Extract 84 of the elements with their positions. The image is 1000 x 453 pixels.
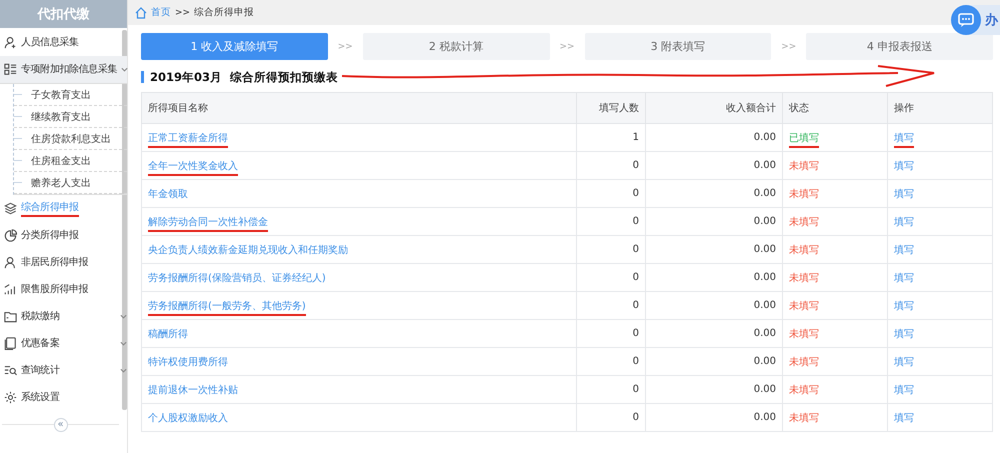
- table-cell: 0: [576, 236, 646, 264]
- breadcrumb-separator: >>: [175, 8, 190, 18]
- status-text: 未填写: [789, 412, 820, 424]
- fill-in-link[interactable]: 填写: [894, 300, 914, 312]
- status-text: 未填写: [789, 328, 820, 340]
- sidebar-item[interactable]: 专项附加扣除信息采集: [0, 56, 127, 84]
- status-text: 未填写: [789, 300, 820, 312]
- fill-in-link[interactable]: 填写: [894, 188, 914, 200]
- sidebar-item[interactable]: 系统设置: [0, 384, 127, 411]
- status-text: 未填写: [789, 244, 820, 256]
- table-cell: 0: [576, 264, 646, 292]
- sidebar-item[interactable]: 非居民所得申报: [0, 249, 127, 276]
- income-item-link[interactable]: 特许权使用费所得: [148, 356, 228, 368]
- breadcrumb-link[interactable]: 首页: [151, 6, 171, 19]
- column-header: 状态: [782, 92, 888, 124]
- section-title: 2019年03月 综合所得预扣预缴表: [150, 70, 338, 84]
- fill-in-link[interactable]: 填写: [894, 160, 914, 172]
- status-text: 未填写: [789, 216, 820, 228]
- column-header: 收入额合计: [646, 92, 783, 124]
- income-item-link[interactable]: 正常工资薪金所得: [148, 132, 228, 148]
- table-cell: 0.00: [646, 376, 783, 404]
- income-item-link[interactable]: 劳务报酬所得(保险营销员、证券经纪人): [148, 272, 326, 284]
- sidebar-item[interactable]: 综合所得申报: [0, 195, 127, 222]
- fill-in-link[interactable]: 填写: [894, 216, 914, 228]
- sidebar-header: 代扣代缴: [0, 0, 127, 28]
- table-cell: 0.00: [646, 180, 783, 208]
- income-item-link[interactable]: 稿酬所得: [148, 328, 188, 340]
- sidebar-item[interactable]: 查询统计: [0, 357, 127, 384]
- fill-in-link[interactable]: 填写: [894, 244, 914, 256]
- table-cell: 0: [576, 404, 646, 432]
- sidebar-item[interactable]: 税款缴纳: [0, 303, 127, 330]
- step-separator: >>: [336, 42, 354, 52]
- fill-in-link[interactable]: 填写: [894, 412, 914, 424]
- table-cell: 1: [576, 124, 646, 152]
- table-cell: 0: [576, 180, 646, 208]
- sidebar-item[interactable]: 限售股所得申报: [0, 276, 127, 303]
- fill-in-link[interactable]: 填写: [894, 384, 914, 396]
- status-text: 未填写: [789, 384, 820, 396]
- chat-button[interactable]: 办: [951, 5, 1000, 35]
- fill-in-link[interactable]: 填写: [894, 132, 914, 148]
- table-cell: 0: [576, 208, 646, 236]
- step-tab[interactable]: 1 收入及减除填写: [141, 33, 328, 60]
- step-separator: >>: [558, 42, 576, 52]
- sidebar-item[interactable]: 优惠备案: [0, 330, 127, 357]
- income-item-link[interactable]: 央企负责人绩效薪金延期兑现收入和任期奖励: [148, 244, 348, 256]
- status-text: 未填写: [789, 272, 820, 284]
- income-item-link[interactable]: 提前退休一次性补贴: [148, 384, 238, 396]
- step-tab[interactable]: 2 税款计算: [362, 33, 550, 60]
- income-item-link[interactable]: 劳务报酬所得(一般劳务、其他劳务): [148, 300, 306, 316]
- table-cell: 0.00: [646, 404, 783, 432]
- table-cell: 0.00: [646, 236, 783, 264]
- fill-in-link[interactable]: 填写: [894, 328, 914, 340]
- status-text: 未填写: [789, 356, 820, 368]
- column-header: 填写人数: [576, 92, 646, 124]
- table-cell: 0: [576, 348, 646, 376]
- table-cell: 0: [576, 376, 646, 404]
- status-text: 已填写: [789, 132, 820, 148]
- step-tab[interactable]: 3 附表填写: [584, 33, 772, 60]
- income-item-link[interactable]: 全年一次性奖金收入: [148, 160, 238, 176]
- fill-in-link[interactable]: 填写: [894, 272, 914, 284]
- sidebar-item[interactable]: 分类所得申报: [0, 222, 127, 249]
- step-separator: >>: [780, 42, 798, 52]
- breadcrumb-current: 综合所得申报: [194, 6, 254, 19]
- income-item-link[interactable]: 解除劳动合同一次性补偿金: [148, 216, 268, 232]
- status-text: 未填写: [789, 160, 820, 172]
- income-item-link[interactable]: 个人股权激励收入: [148, 412, 228, 424]
- table-cell: 0.00: [646, 152, 783, 180]
- table-cell: 0: [576, 152, 646, 180]
- table-cell: 0.00: [646, 292, 783, 320]
- table-cell: 0: [576, 292, 646, 320]
- sidebar-item[interactable]: 人员信息采集: [0, 29, 127, 56]
- table-cell: 0: [576, 320, 646, 348]
- income-item-link[interactable]: 年金领取: [148, 188, 188, 200]
- collapse-button[interactable]: «: [54, 418, 68, 432]
- table-cell: 0.00: [646, 208, 783, 236]
- fill-in-link[interactable]: 填写: [894, 356, 914, 368]
- table-cell: 0.00: [646, 348, 783, 376]
- column-header: 操作: [888, 92, 993, 124]
- table-cell: 0.00: [646, 320, 783, 348]
- step-tab[interactable]: 4 申报表报送: [806, 33, 994, 60]
- table-cell: 0.00: [646, 264, 783, 292]
- column-header: 所得项目名称: [142, 92, 577, 124]
- table-cell: 0.00: [646, 124, 783, 152]
- status-text: 未填写: [789, 188, 820, 200]
